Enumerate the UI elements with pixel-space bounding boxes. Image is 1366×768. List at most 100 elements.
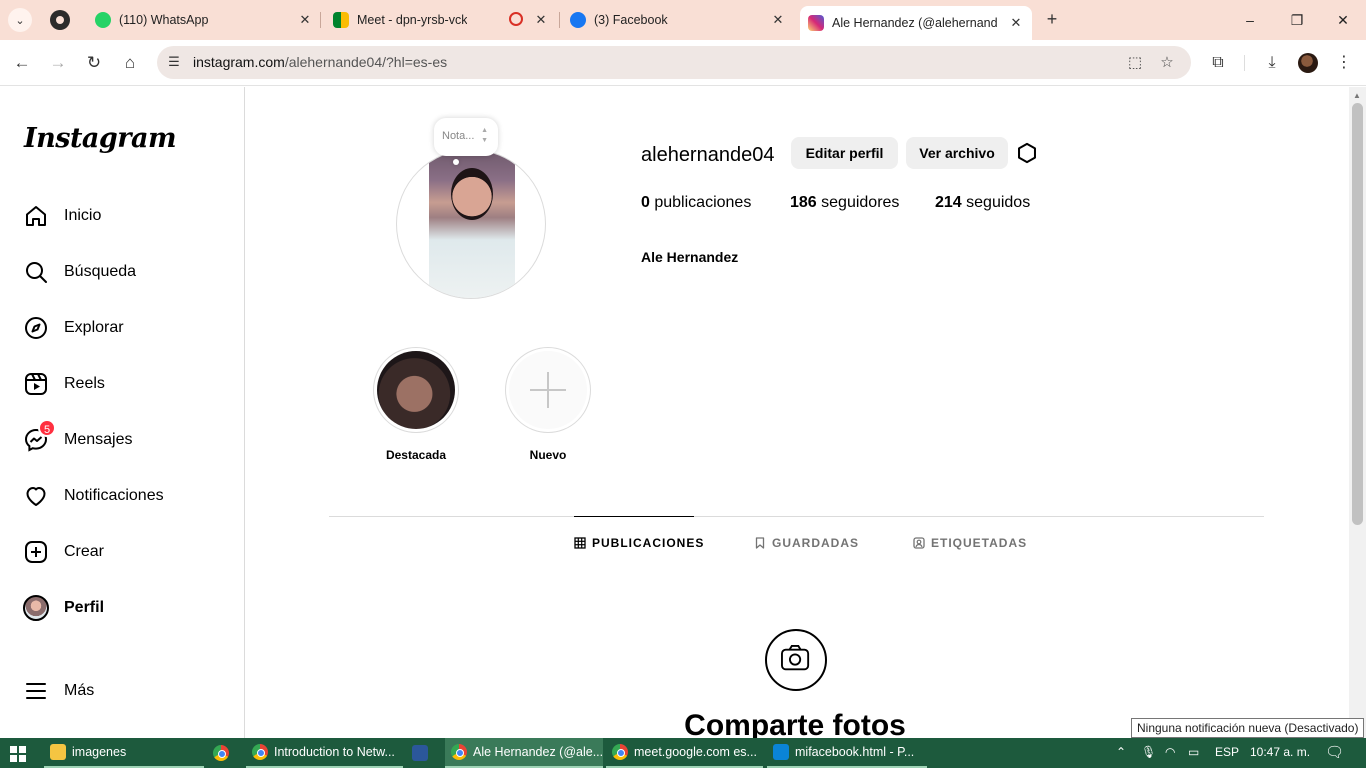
- sidebar-item-label: Crear: [64, 543, 105, 560]
- edit-profile-button[interactable]: Editar perfil: [791, 137, 898, 169]
- note-bubble[interactable]: Nota... ▲ ▼: [434, 118, 498, 156]
- close-tab-icon[interactable]: ✕: [770, 12, 786, 28]
- close-tab-icon[interactable]: ✕: [297, 12, 313, 28]
- close-tab-icon[interactable]: ✕: [533, 12, 549, 28]
- tab-publicaciones[interactable]: PUBLICACIONES: [574, 536, 704, 550]
- install-app-icon[interactable]: ⬚: [1125, 53, 1145, 73]
- posts-number: 0: [641, 194, 650, 211]
- close-window-button[interactable]: ✕: [1331, 8, 1355, 32]
- tab-etiquetadas[interactable]: ETIQUETADAS: [913, 536, 1027, 550]
- tab-instagram-active[interactable]: Ale Hernandez (@alehernande04) ✕: [800, 6, 1032, 40]
- chrome-icon: [252, 744, 268, 760]
- sidebar-item-busqueda[interactable]: Búsqueda: [12, 248, 234, 296]
- taskbar-item-imagenes[interactable]: imagenes: [44, 738, 204, 768]
- extensions-puzzle-icon[interactable]: ⧉: [1206, 51, 1230, 75]
- url-text[interactable]: instagram.com/alehernande04/?hl=es-es: [193, 54, 447, 70]
- microphone-icon[interactable]: 🎙: [1141, 745, 1156, 759]
- tab-separator: [559, 12, 560, 28]
- highlight-destacada[interactable]: Destacada: [373, 347, 459, 462]
- tab-title: (110) WhatsApp: [119, 13, 209, 27]
- tab-title: (3) Facebook: [594, 13, 668, 27]
- taskbar-item-introduction[interactable]: Introduction to Netw...: [246, 738, 403, 768]
- taskbar-item-vscode[interactable]: mifacebook.html - P...: [767, 738, 927, 768]
- bookmark-star-icon[interactable]: ☆: [1157, 53, 1177, 73]
- browser-menu-icon[interactable]: ⋮: [1332, 51, 1356, 75]
- posts-count[interactable]: 0 publicaciones: [641, 194, 751, 212]
- download-icon[interactable]: ⤓: [1260, 51, 1284, 75]
- tab-meet[interactable]: Meet - dpn-yrsb-vck ✕: [333, 6, 549, 34]
- taskbar-item-label: mifacebook.html - P...: [795, 745, 915, 759]
- windows-start-icon[interactable]: [10, 746, 26, 762]
- tab-title: Ale Hernandez (@alehernande04): [832, 16, 998, 30]
- battery-icon[interactable]: ▭: [1188, 745, 1199, 759]
- browser-profile-avatar[interactable]: [1298, 53, 1318, 73]
- highlight-label: Nuevo: [529, 448, 567, 462]
- site-info-icon[interactable]: ☰: [165, 53, 183, 71]
- taskbar-item-meet[interactable]: meet.google.com es...: [606, 738, 763, 768]
- view-archive-button[interactable]: Ver archivo: [906, 137, 1008, 169]
- browser-tab-bar: ⌄ (110) WhatsApp ✕ Meet - dpn-yrsb-vck ✕…: [0, 0, 1366, 40]
- address-bar[interactable]: ☰ instagram.com/alehernande04/?hl=es-es …: [157, 46, 1191, 79]
- profile-photo: [429, 150, 515, 298]
- profile-main: Nota... ▲ ▼ alehernande04 Editar perfil V…: [245, 87, 1349, 738]
- github-pinned-tab-icon[interactable]: [50, 10, 70, 30]
- highlight-cover: [377, 351, 455, 429]
- notification-center-icon[interactable]: 🗨: [1325, 743, 1344, 761]
- followers-count[interactable]: 186 seguidores: [790, 194, 899, 212]
- tray-chevron-icon[interactable]: ⌃: [1116, 745, 1126, 759]
- close-tab-icon[interactable]: ✕: [1008, 15, 1024, 31]
- tab-label: PUBLICACIONES: [592, 536, 705, 550]
- sidebar-item-reels[interactable]: Reels: [12, 360, 234, 408]
- sidebar-item-label: Búsqueda: [64, 263, 137, 280]
- highlight-ring: [373, 347, 459, 433]
- scrollbar-thumb[interactable]: [1352, 103, 1363, 525]
- minimize-button[interactable]: –: [1238, 8, 1262, 32]
- clock[interactable]: 10:47 a. m.: [1250, 745, 1310, 759]
- sidebar-item-mas[interactable]: Más: [12, 667, 234, 715]
- scroll-up-arrow-icon[interactable]: ▲: [1353, 91, 1361, 100]
- tab-whatsapp[interactable]: (110) WhatsApp ✕: [95, 6, 313, 34]
- hamburger-menu-icon: [26, 683, 46, 699]
- profile-picture[interactable]: [396, 149, 546, 299]
- tab-guardadas[interactable]: GUARDADAS: [754, 536, 859, 550]
- taskbar-word-pinned[interactable]: [406, 738, 442, 768]
- wifi-icon[interactable]: ◠: [1165, 745, 1175, 759]
- settings-gear-icon[interactable]: [1016, 142, 1038, 164]
- highlight-nuevo[interactable]: Nuevo: [505, 347, 591, 462]
- chrome-icon: [612, 744, 628, 760]
- folder-icon: [50, 744, 66, 760]
- taskbar-item-instagram[interactable]: Ale Hernandez (@ale...: [445, 738, 603, 768]
- taskbar-item-label: Ale Hernandez (@ale...: [473, 745, 604, 759]
- forward-arrow-icon[interactable]: →: [46, 51, 70, 75]
- new-tab-button[interactable]: +: [1043, 10, 1061, 28]
- profile-avatar-icon: [23, 595, 49, 621]
- sidebar-item-crear[interactable]: Crear: [12, 528, 234, 576]
- highlight-new-bg: [509, 351, 587, 429]
- chrome-icon: [213, 745, 229, 761]
- create-plus-icon: [25, 541, 47, 563]
- sidebar-item-perfil[interactable]: Perfil: [12, 584, 234, 632]
- reload-icon[interactable]: ↻: [82, 51, 106, 75]
- language-indicator[interactable]: ESP: [1215, 745, 1239, 759]
- restore-button[interactable]: ❐: [1285, 8, 1309, 32]
- highlight-label: Destacada: [385, 448, 447, 462]
- sidebar-item-notificaciones[interactable]: Notificaciones: [12, 472, 234, 520]
- tab-separator: [320, 12, 321, 28]
- page-scrollbar[interactable]: ▲: [1349, 87, 1366, 738]
- sidebar-item-mensajes[interactable]: 5 Mensajes: [12, 416, 234, 464]
- taskbar-chrome-pinned[interactable]: [207, 738, 243, 768]
- tab-search-chevron-icon[interactable]: ⌄: [8, 8, 32, 32]
- following-count[interactable]: 214 seguidos: [935, 194, 1030, 212]
- back-arrow-icon[interactable]: ←: [10, 51, 34, 75]
- recording-icon: [509, 12, 523, 26]
- home-icon[interactable]: ⌂: [118, 51, 142, 75]
- sidebar-item-inicio[interactable]: Inicio: [12, 192, 234, 240]
- tab-facebook[interactable]: (3) Facebook ✕: [570, 6, 786, 34]
- tabs-divider: [329, 516, 1264, 517]
- sidebar-item-explorar[interactable]: Explorar: [12, 304, 234, 352]
- instagram-logo[interactable]: Instagram: [24, 123, 177, 154]
- home-icon: [26, 206, 46, 226]
- messenger-icon-wrap: 5: [24, 419, 56, 452]
- instagram-sidebar: Instagram Inicio Búsqueda Explorar Reels…: [0, 87, 245, 738]
- sidebar-item-label: Inicio: [64, 207, 102, 224]
